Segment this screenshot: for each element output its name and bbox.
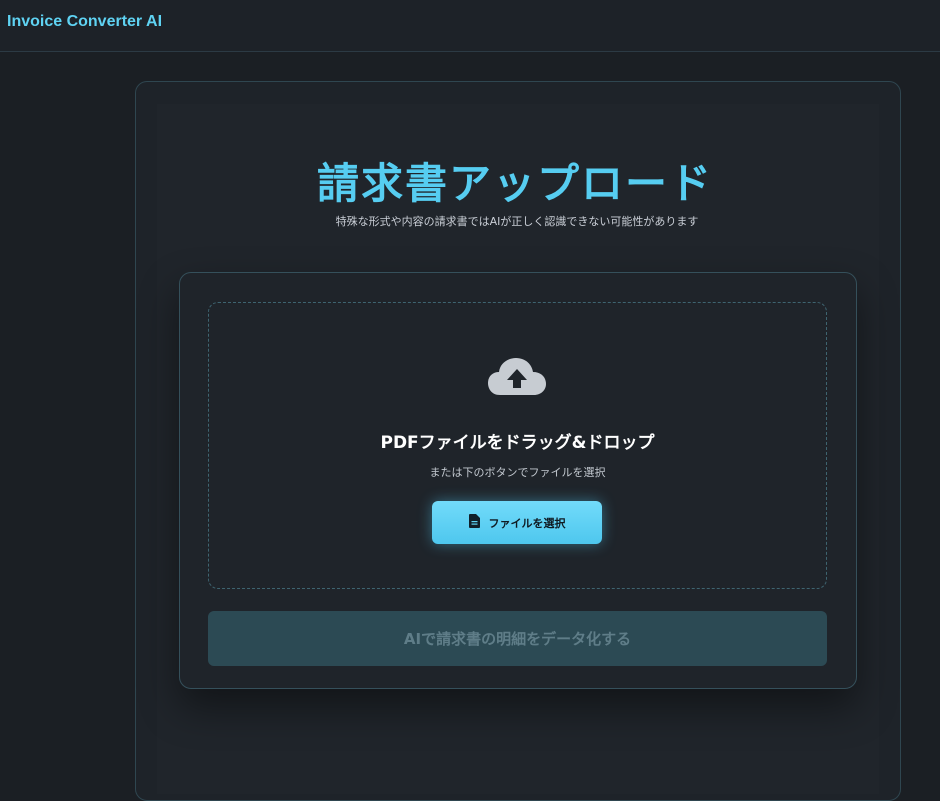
select-file-label: ファイルを選択 (488, 516, 566, 530)
top-bar: Invoice Converter AI (0, 0, 940, 52)
cloud-upload-icon (486, 355, 548, 399)
page-subtitle: 特殊な形式や内容の請求書ではAIが正しく認識できない可能性があります (335, 215, 699, 228)
select-file-button[interactable]: ファイルを選択 (432, 501, 602, 544)
dropzone-subtitle: または下のボタンでファイルを選択 (429, 466, 606, 479)
page-title: 請求書アップロード (316, 159, 713, 208)
dropzone-title: PDFファイルをドラッグ&ドロップ (380, 433, 655, 453)
file-icon (468, 514, 481, 531)
app-title[interactable]: Invoice Converter AI (7, 13, 162, 31)
convert-button[interactable]: AIで請求書の明細をデータ化する (208, 611, 827, 666)
